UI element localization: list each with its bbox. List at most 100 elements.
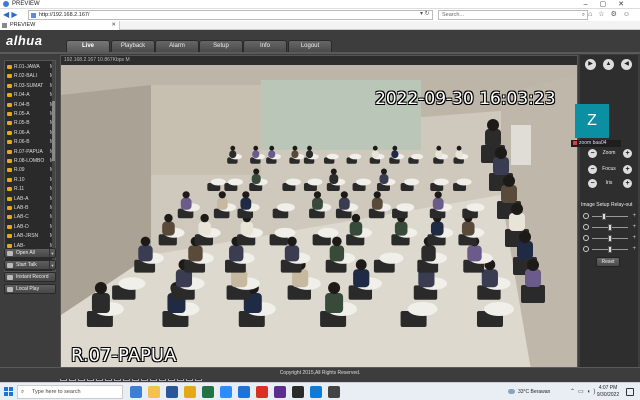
camera-feed[interactable]: 2022-09-30 16:03:23 R.07-PAPUA [61, 65, 577, 370]
reset-button[interactable]: Reset [596, 257, 620, 267]
camera-list: R.01-JAWAMR.02-BALIMR.03-SUMATMR.04-AMR.… [4, 60, 56, 272]
scrollbar-thumb[interactable] [52, 101, 55, 161]
increase-icon[interactable]: + [632, 234, 636, 242]
scrollbar[interactable] [52, 61, 55, 271]
chrome-icon[interactable] [256, 386, 268, 398]
camera-list-item[interactable]: R.03-SUMATM [7, 82, 55, 90]
camera-icon [7, 206, 12, 210]
camera-list-item[interactable]: R.01-JAWAM [7, 63, 55, 71]
iris-close-button[interactable]: − [588, 179, 597, 188]
system-tray-icons[interactable]: ⌃▭◖) [570, 388, 598, 395]
camera-list-item[interactable]: LAB-JRSNM [7, 232, 55, 240]
increase-icon[interactable]: + [632, 245, 636, 253]
browser-tab[interactable]: PREVIEW ✕ [0, 21, 120, 30]
slider-knob[interactable] [608, 224, 612, 231]
tab-divider [0, 52, 640, 54]
ptz-left-icon[interactable]: ◀ [621, 59, 632, 70]
camera-list-item[interactable]: R.09M [7, 166, 55, 174]
edge-icon[interactable] [310, 386, 322, 398]
tab-logout[interactable]: Logout [288, 40, 332, 52]
ie-taskbar-icon[interactable] [238, 386, 250, 398]
chevron-down-icon[interactable]: ▼ [49, 261, 55, 269]
word-icon[interactable] [166, 386, 178, 398]
back-forward-buttons[interactable]: ◀ ▶ [3, 10, 25, 19]
zoom-mini-window[interactable]: Z zoom baa04 [571, 102, 621, 152]
refresh-icon[interactable]: ▾ ↻ [420, 10, 430, 17]
camera-list-item[interactable]: R.06-BM [7, 138, 55, 146]
camera-list-item[interactable]: R.10M [7, 176, 55, 184]
toolbar-icons[interactable]: ⌂☆⚙☺ [588, 10, 636, 18]
camera-list-item[interactable]: LAB-BM [7, 204, 55, 212]
camera-label: R.10 [14, 176, 25, 183]
saturation-slider[interactable]: + [582, 234, 636, 243]
iris-open-button[interactable]: + [623, 179, 632, 188]
tab-info[interactable]: Info [243, 40, 287, 52]
hue-slider[interactable]: + [582, 245, 636, 254]
increase-icon[interactable]: + [632, 212, 636, 220]
brightness-slider[interactable]: + [582, 212, 636, 221]
notification-icon[interactable] [626, 388, 634, 396]
windows-start-icon[interactable] [4, 387, 14, 397]
ptz-right-icon[interactable]: ▶ [585, 59, 596, 70]
terminal-icon[interactable] [292, 386, 304, 398]
focus-out-button[interactable]: − [588, 165, 597, 174]
folder-icon[interactable] [184, 386, 196, 398]
taskbar-clock[interactable]: 4:07 PM 9/30/2022 [596, 385, 620, 399]
start-talk-label: Start Talk [16, 262, 37, 268]
camera-label: R.11 [14, 186, 25, 193]
camera-icon [7, 159, 12, 163]
camera-list-item[interactable]: R.05-AM [7, 110, 55, 118]
file-explorer-icon[interactable] [148, 386, 160, 398]
camera-list-item[interactable]: R.04-BM [7, 101, 55, 109]
camera-label: LAB-B [14, 205, 29, 211]
camera-list-item[interactable]: R.07-PAPUAM [7, 148, 55, 156]
taskbar-search[interactable]: ⌕ Type here to search [17, 385, 123, 399]
zoom-app-icon[interactable] [220, 386, 232, 398]
camera-list-item[interactable]: R.05-BM [7, 119, 55, 127]
tab-relay-out[interactable]: Relay-out [611, 201, 632, 209]
chevron-down-icon[interactable]: ▼ [49, 249, 55, 257]
tab-image-setup[interactable]: Image Setup [581, 201, 609, 209]
classroom-scene [61, 65, 577, 370]
camera-icon [7, 168, 12, 173]
open-all-button[interactable]: Open All ▼ [4, 248, 56, 258]
camera-list-item[interactable]: R.02-BALIM [7, 72, 55, 80]
camera-list-item[interactable]: LAB-DM [7, 223, 55, 231]
slider-knob[interactable] [608, 246, 612, 253]
tab-playback[interactable]: Playback [111, 40, 155, 52]
start-talk-button[interactable]: Start Talk ▼ [4, 260, 56, 270]
local-play-button[interactable]: Local Play [4, 284, 56, 294]
camera-label: R.04-A [14, 92, 30, 99]
instant-record-button[interactable]: Instant Record [4, 272, 56, 282]
url-field[interactable]: http://192.168.2.167/ [28, 10, 433, 20]
weather-widget[interactable]: 33°C Berawan [508, 387, 550, 397]
camera-list-item[interactable]: R.11M [7, 185, 55, 193]
app-icon[interactable] [328, 386, 340, 398]
camera-icon [7, 112, 12, 116]
tab-alarm[interactable]: Alarm [155, 40, 199, 52]
camera-list-item[interactable]: R.06-AM [7, 129, 55, 137]
camera-list-item[interactable]: R.08-LOMBOM [7, 157, 55, 165]
increase-icon[interactable]: + [632, 223, 636, 231]
camera-icon [7, 177, 12, 182]
slider-track[interactable] [592, 216, 628, 217]
browser-icon [3, 1, 9, 7]
zoom-in-button[interactable]: + [623, 149, 632, 158]
excel-icon[interactable] [202, 386, 214, 398]
ptz-up-icon[interactable]: ▲ [603, 59, 614, 70]
camera-list-item[interactable]: LAB-CM [7, 213, 55, 221]
slider-knob[interactable] [601, 213, 606, 220]
slider-knob[interactable] [608, 235, 612, 242]
tab-live[interactable]: Live [66, 40, 110, 52]
window-controls[interactable]: –▢✕ [584, 0, 636, 8]
contrast-slider[interactable]: + [582, 223, 636, 232]
camera-list-item[interactable]: R.04-AM [7, 91, 55, 99]
tab-setup[interactable]: Setup [199, 40, 243, 52]
camera-list-item[interactable]: LAB-AM [7, 195, 55, 203]
app-icon[interactable] [274, 386, 286, 398]
search-field[interactable]: Search... ⌕ [438, 10, 588, 20]
close-tab-icon[interactable]: ✕ [111, 21, 116, 30]
task-view-icon[interactable] [130, 386, 142, 398]
focus-in-button[interactable]: + [623, 165, 632, 174]
search-icon[interactable]: ⌕ [582, 11, 585, 20]
